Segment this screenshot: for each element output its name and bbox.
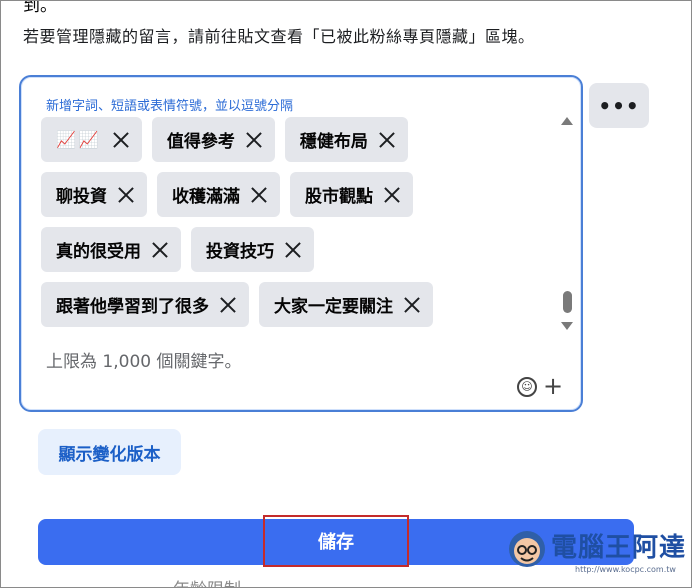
keyword-chip[interactable]: 📈📈 [41,117,142,162]
clipped-bottom-text: 年齡限制 [173,575,241,587]
scroll-up-arrow-icon[interactable] [561,117,573,125]
remove-chip-icon[interactable] [383,186,401,204]
watermark-mascot-icon [509,531,545,567]
chip-label: 聊投資 [56,187,107,207]
scroll-down-arrow-icon[interactable] [561,322,573,330]
remove-chip-icon[interactable] [245,131,263,149]
keyword-chip[interactable]: 大家一定要關注 [259,282,433,327]
keyword-limit-hint: 上限為 1,000 個關鍵字。 [46,352,242,372]
remove-chip-icon[interactable] [250,186,268,204]
remove-chip-icon[interactable] [112,131,130,149]
keyword-chip[interactable]: 值得參考 [151,117,275,162]
chip-label: 收穫滿滿 [172,187,240,207]
chip-label: 跟著他學習到了很多 [56,297,209,317]
scrollbar-thumb[interactable] [563,291,572,313]
dialog-frame: 到。 若要管理隱藏的留言，請前往貼文查看「已被此粉絲專頁隱藏」區塊。 新增字詞、… [0,0,692,588]
helper-text: 若要管理隱藏的留言，請前往貼文查看「已被此粉絲專頁隱藏」區塊。 [23,27,535,46]
keyword-field-label: 新增字詞、短語或表情符號，並以逗號分隔 [46,99,294,114]
watermark-title: 電腦王阿達 [551,533,687,563]
remove-chip-icon[interactable] [284,241,302,259]
show-variations-button[interactable]: 顯示變化版本 [38,429,181,475]
save-button-label: 儲存 [263,515,409,567]
chip-label: 股市觀點 [305,187,373,207]
keyword-chip[interactable]: 股市觀點 [290,172,413,217]
keyword-input-box[interactable]: 新增字詞、短語或表情符號，並以逗號分隔 📈📈 值得參考 穩健布局 聊投資 收穫滿… [19,75,583,412]
remove-chip-icon[interactable] [117,186,135,204]
plus-icon[interactable]: + [543,373,563,399]
keyword-chip[interactable]: 聊投資 [41,172,147,217]
remove-chip-icon[interactable] [219,296,237,314]
chip-label: 大家一定要關注 [274,297,393,317]
chart-emoji: 📈📈 [56,130,102,149]
watermark-url: http://www.kocpc.com.tw [575,565,676,574]
keyword-chip[interactable]: 收穫滿滿 [157,172,280,217]
keyword-chips: 📈📈 值得參考 穩健布局 聊投資 收穫滿滿 股市觀點 真的很受用 投資技巧 跟著… [41,117,561,337]
keyword-chip[interactable]: 投資技巧 [191,227,314,272]
remove-chip-icon[interactable] [403,296,421,314]
clipped-top-text: 到。 [23,0,57,16]
remove-chip-icon[interactable] [378,131,396,149]
emoji-icon[interactable]: ☺ [517,377,537,397]
chip-label: 值得參考 [166,132,235,152]
chip-label: 真的很受用 [56,242,141,262]
more-options-button[interactable]: ••• [589,83,649,128]
watermark: 電腦王阿達 http://www.kocpc.com.tw [505,521,687,585]
chip-label: 穩健布局 [299,132,368,152]
keyword-chip[interactable]: 跟著他學習到了很多 [41,282,249,327]
keyword-chip[interactable]: 真的很受用 [41,227,181,272]
chip-label: 投資技巧 [206,242,274,262]
keyword-chip[interactable]: 穩健布局 [284,117,408,162]
remove-chip-icon[interactable] [151,241,169,259]
